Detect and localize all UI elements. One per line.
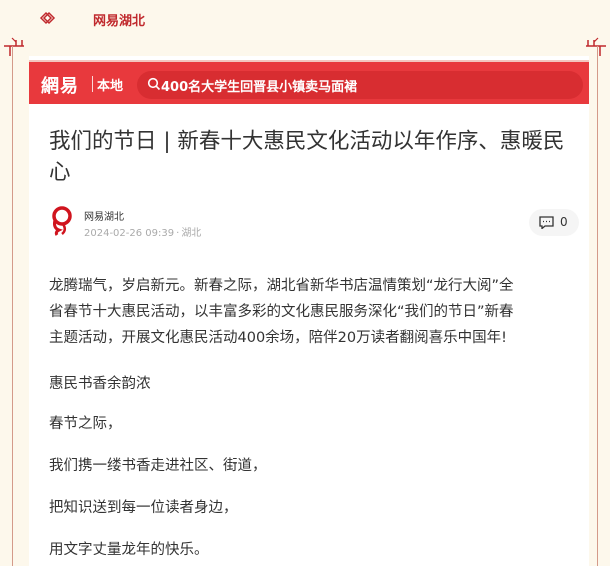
search-suggestion: 400名大学生回晋县小镇卖马面裙 (161, 80, 358, 95)
logo-separator (92, 76, 93, 92)
left-border (12, 46, 13, 566)
paragraph-line: 主题活动，开展文化惠民活动400余场，陪伴20万读者翻阅喜乐中国年! (49, 330, 507, 346)
paragraph: 我们携一缕书香走进社区、街道， (49, 458, 267, 474)
comment-button[interactable]: 0 (529, 209, 579, 236)
double-diamond-icon (39, 11, 56, 25)
local-link[interactable]: 本地 (97, 75, 123, 94)
paragraph: 惠民书香余韵浓 (49, 376, 151, 392)
right-border (597, 46, 598, 566)
location: 湖北 (181, 228, 202, 239)
paragraph: 把知识送到每一位读者身边， (49, 500, 238, 516)
article-meta: 2024-02-26 09:39 · 湖北 (84, 224, 203, 239)
article-title: 我们的节日 | 新春十大惠民文化活动以年作序、惠暖民心 (49, 129, 565, 185)
corner-ornament-left (4, 37, 24, 56)
paragraph: 春节之际， (49, 416, 122, 432)
brand-name[interactable]: 网易湖北 (93, 10, 145, 29)
article-card: 網易 本地 400名大学生回晋县小镇卖马面裙 我们的节日 | 新春十大惠民文化活… (29, 56, 589, 566)
brand-header: 网易湖北 (0, 0, 610, 36)
author-name[interactable]: 网易湖北 (84, 208, 124, 223)
app-bar: 網易 本地 400名大学生回晋县小镇卖马面裙 (29, 60, 589, 104)
comment-count: 0 (560, 215, 568, 229)
paragraph: 用文字丈量龙年的快乐。 (49, 542, 209, 558)
paragraph-line: 龙腾瑞气，岁启新元。新春之际，湖北省新华书店温情策划“龙行大阅”全 (49, 278, 514, 294)
meta-separator: · (176, 228, 180, 239)
search-icon (147, 77, 161, 91)
search-input[interactable]: 400名大学生回晋县小镇卖马面裙 (137, 71, 583, 99)
publish-date: 2024-02-26 09:39 (84, 228, 175, 239)
paragraph-line: 省春节十大惠民活动，以丰富多彩的文化惠民服务深化“我们的节日”新春 (49, 304, 514, 320)
author-avatar[interactable] (49, 206, 75, 236)
netease-logo[interactable]: 網易 (41, 72, 79, 98)
corner-ornament-right (586, 37, 606, 56)
comment-icon (539, 216, 554, 229)
